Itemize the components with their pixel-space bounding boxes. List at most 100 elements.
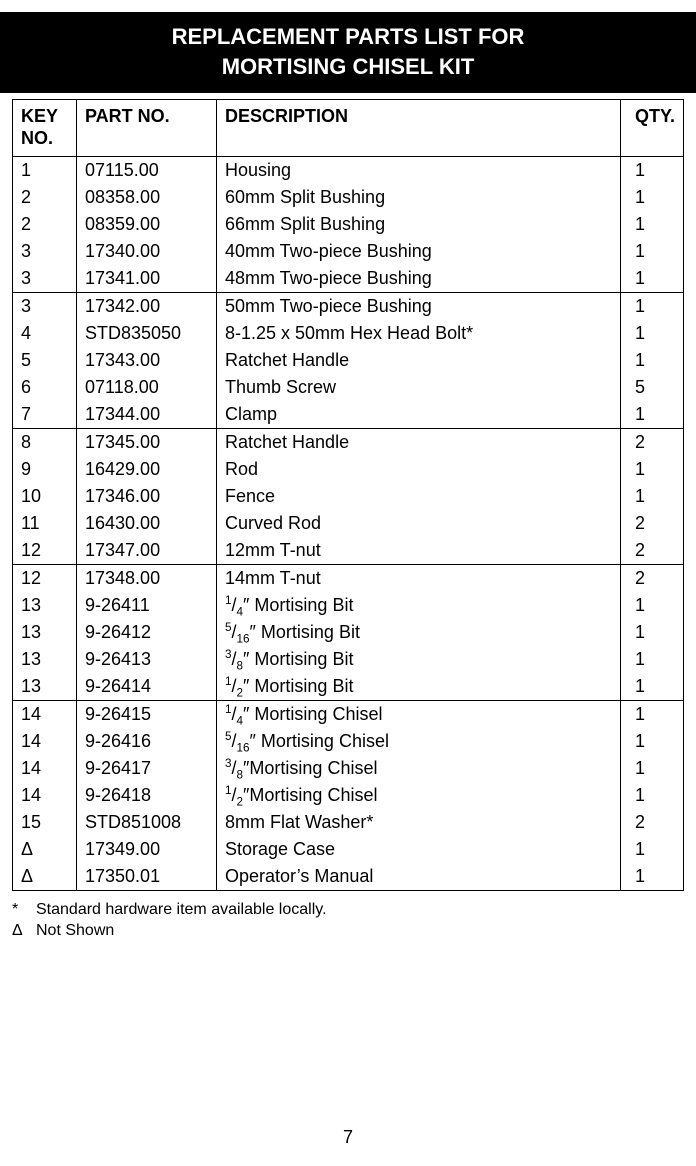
cell-key: 4 bbox=[13, 320, 77, 347]
cell-desc: 5/16″ Mortising Bit bbox=[217, 619, 621, 646]
cell-key: 10 bbox=[13, 483, 77, 510]
footnote: *Standard hardware item available locall… bbox=[12, 899, 684, 921]
cell-key: 5 bbox=[13, 347, 77, 374]
cell-part: 9-26412 bbox=[77, 619, 217, 646]
cell-desc: Storage Case bbox=[217, 836, 621, 863]
table-row: 1116430.00Curved Rod2 bbox=[13, 510, 684, 537]
cell-desc: Housing bbox=[217, 156, 621, 184]
cell-part: 17344.00 bbox=[77, 401, 217, 429]
cell-key: Δ bbox=[13, 836, 77, 863]
table-row: Δ17350.01Operator’s Manual1 bbox=[13, 863, 684, 891]
cell-key: 14 bbox=[13, 728, 77, 755]
cell-part: 17345.00 bbox=[77, 428, 217, 456]
cell-part: 9-26413 bbox=[77, 646, 217, 673]
cell-qty: 1 bbox=[620, 156, 683, 184]
table-row: 317342.0050mm Two-piece Bushing1 bbox=[13, 292, 684, 320]
cell-part: 08359.00 bbox=[77, 211, 217, 238]
cell-part: 17346.00 bbox=[77, 483, 217, 510]
cell-part: STD835050 bbox=[77, 320, 217, 347]
title-line-1: REPLACEMENT PARTS LIST FOR bbox=[0, 22, 696, 52]
cell-qty: 1 bbox=[620, 646, 683, 673]
cell-key: 14 bbox=[13, 700, 77, 728]
cell-part: 07115.00 bbox=[77, 156, 217, 184]
cell-part: 17343.00 bbox=[77, 347, 217, 374]
cell-desc: 60mm Split Bushing bbox=[217, 184, 621, 211]
table-row: 208359.0066mm Split Bushing1 bbox=[13, 211, 684, 238]
cell-desc: Ratchet Handle bbox=[217, 347, 621, 374]
cell-desc: 3/8″Mortising Chisel bbox=[217, 755, 621, 782]
cell-key: 13 bbox=[13, 673, 77, 701]
cell-qty: 1 bbox=[620, 782, 683, 809]
cell-qty: 1 bbox=[620, 592, 683, 619]
cell-qty: 1 bbox=[620, 401, 683, 429]
cell-key: 12 bbox=[13, 537, 77, 565]
cell-desc: Operator’s Manual bbox=[217, 863, 621, 891]
cell-desc: Thumb Screw bbox=[217, 374, 621, 401]
cell-key: 12 bbox=[13, 564, 77, 592]
cell-qty: 2 bbox=[620, 537, 683, 565]
cell-qty: 1 bbox=[620, 700, 683, 728]
cell-qty: 2 bbox=[620, 428, 683, 456]
cell-part: 17342.00 bbox=[77, 292, 217, 320]
table-row: 4STD8350508-1.25 x 50mm Hex Head Bolt*1 bbox=[13, 320, 684, 347]
table-row: 1217348.0014mm T-nut2 bbox=[13, 564, 684, 592]
table-row: 607118.00Thumb Screw5 bbox=[13, 374, 684, 401]
cell-key: 13 bbox=[13, 592, 77, 619]
table-row: 317340.0040mm Two-piece Bushing1 bbox=[13, 238, 684, 265]
table-header-row: KEY NO. PART NO. DESCRIPTION QTY. bbox=[13, 100, 684, 156]
cell-part: 17350.01 bbox=[77, 863, 217, 891]
cell-key: 15 bbox=[13, 809, 77, 836]
cell-desc: 40mm Two-piece Bushing bbox=[217, 238, 621, 265]
parts-table: KEY NO. PART NO. DESCRIPTION QTY. 107115… bbox=[12, 99, 684, 890]
cell-key: 3 bbox=[13, 265, 77, 293]
cell-key: 14 bbox=[13, 782, 77, 809]
cell-desc: 50mm Two-piece Bushing bbox=[217, 292, 621, 320]
cell-part: 17349.00 bbox=[77, 836, 217, 863]
cell-desc: 12mm T-nut bbox=[217, 537, 621, 565]
table-row: 139-264111/4″ Mortising Bit1 bbox=[13, 592, 684, 619]
cell-key: 3 bbox=[13, 292, 77, 320]
cell-qty: 5 bbox=[620, 374, 683, 401]
cell-part: 9-26414 bbox=[77, 673, 217, 701]
cell-desc: 1/4″ Mortising Bit bbox=[217, 592, 621, 619]
cell-qty: 1 bbox=[620, 265, 683, 293]
cell-part: 17347.00 bbox=[77, 537, 217, 565]
cell-part: 9-26411 bbox=[77, 592, 217, 619]
table-row: 208358.0060mm Split Bushing1 bbox=[13, 184, 684, 211]
cell-part: 17340.00 bbox=[77, 238, 217, 265]
cell-key: 6 bbox=[13, 374, 77, 401]
cell-desc: Fence bbox=[217, 483, 621, 510]
cell-desc: 66mm Split Bushing bbox=[217, 211, 621, 238]
cell-key: 1 bbox=[13, 156, 77, 184]
cell-desc: 8-1.25 x 50mm Hex Head Bolt* bbox=[217, 320, 621, 347]
cell-desc: Clamp bbox=[217, 401, 621, 429]
cell-desc: Rod bbox=[217, 456, 621, 483]
col-header-part: PART NO. bbox=[77, 100, 217, 156]
cell-qty: 1 bbox=[620, 836, 683, 863]
cell-qty: 1 bbox=[620, 673, 683, 701]
table-row: 916429.00Rod1 bbox=[13, 456, 684, 483]
footnote-text: Not Shown bbox=[36, 920, 114, 942]
page-number: 7 bbox=[0, 1127, 696, 1148]
cell-qty: 1 bbox=[620, 211, 683, 238]
cell-qty: 1 bbox=[620, 755, 683, 782]
cell-part: 17348.00 bbox=[77, 564, 217, 592]
cell-qty: 1 bbox=[620, 320, 683, 347]
table-row: 717344.00Clamp1 bbox=[13, 401, 684, 429]
table-row: 139-264141/2″ Mortising Bit1 bbox=[13, 673, 684, 701]
table-row: 149-264151/4″ Mortising Chisel1 bbox=[13, 700, 684, 728]
cell-desc: 3/8″ Mortising Bit bbox=[217, 646, 621, 673]
cell-qty: 1 bbox=[620, 619, 683, 646]
cell-key: 13 bbox=[13, 646, 77, 673]
cell-part: 07118.00 bbox=[77, 374, 217, 401]
table-row: 107115.00Housing1 bbox=[13, 156, 684, 184]
page: REPLACEMENT PARTS LIST FOR MORTISING CHI… bbox=[0, 12, 696, 1166]
table-row: 139-264125/16″ Mortising Bit1 bbox=[13, 619, 684, 646]
cell-qty: 1 bbox=[620, 184, 683, 211]
cell-qty: 1 bbox=[620, 292, 683, 320]
title-line-2: MORTISING CHISEL KIT bbox=[0, 52, 696, 82]
footnote: ΔNot Shown bbox=[12, 920, 684, 942]
col-header-qty: QTY. bbox=[620, 100, 683, 156]
col-header-desc: DESCRIPTION bbox=[217, 100, 621, 156]
cell-part: 9-26418 bbox=[77, 782, 217, 809]
